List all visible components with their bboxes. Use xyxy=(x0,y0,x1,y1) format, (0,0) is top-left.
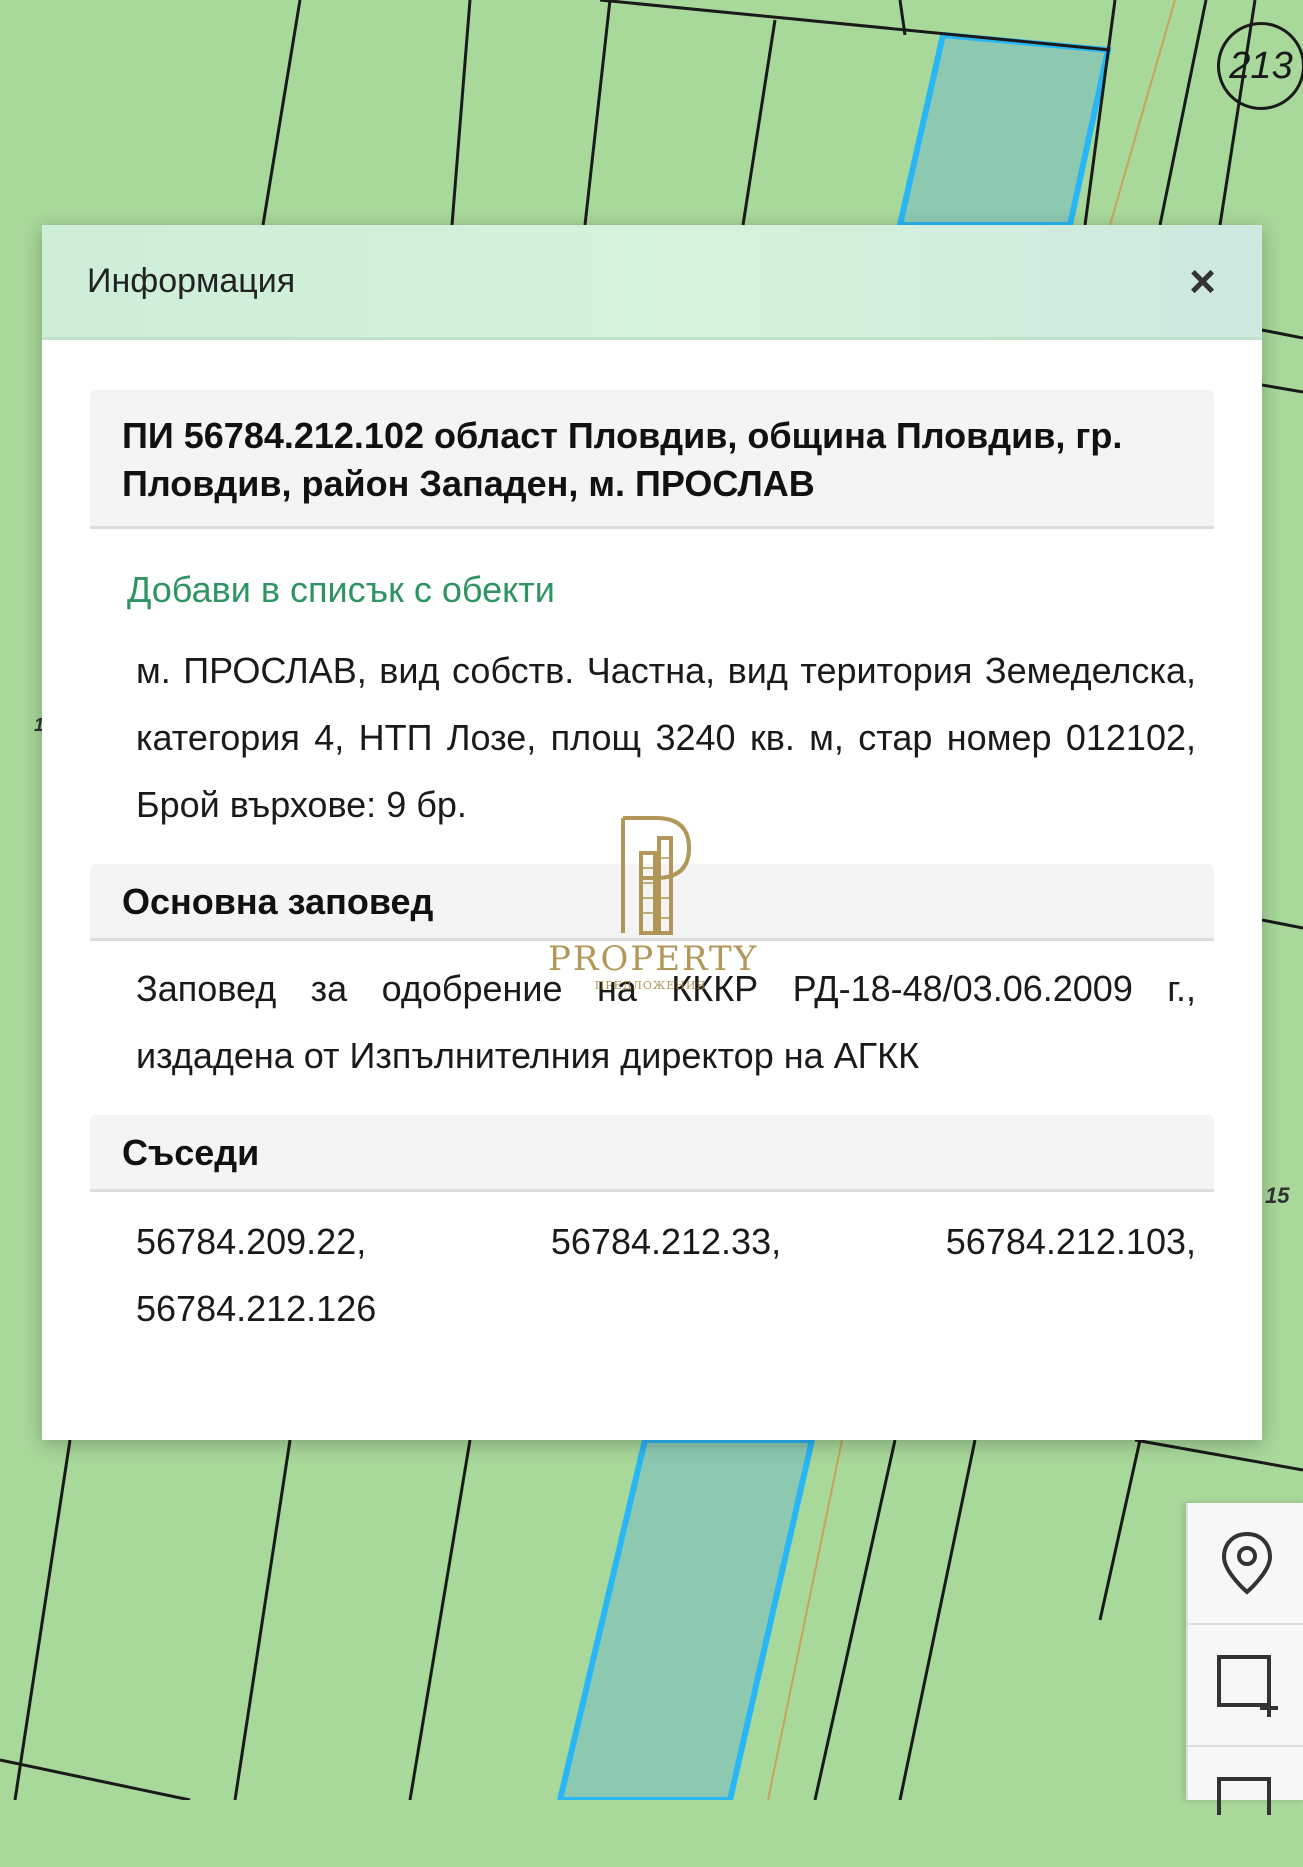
draw-rectangle-button[interactable] xyxy=(1188,1625,1303,1747)
order-heading: Основна заповед xyxy=(90,864,1214,941)
close-icon[interactable]: × xyxy=(1189,258,1216,304)
order-text: Заповед за одобрение на КККР РД-18-48/03… xyxy=(136,968,1196,1076)
neighbor-item: 56784.212.33, xyxy=(550,1221,782,1262)
neighbors-list: 56784.209.22, 56784.212.33, 56784.212.10… xyxy=(136,1208,1196,1342)
neighbor-item: 56784.209.22, xyxy=(136,1221,367,1262)
layers-button[interactable] xyxy=(1188,1747,1303,1867)
neighbor-item: 56784.212.103, xyxy=(945,1221,1196,1262)
neighbors-heading: Съседи xyxy=(90,1115,1214,1192)
draw-rectangle-icon xyxy=(1216,1655,1278,1717)
dialog-title: Информация xyxy=(87,261,296,300)
dialog-header: Информация × xyxy=(42,225,1262,340)
map-side-number: 15 xyxy=(1265,1183,1290,1208)
map-tool-panel xyxy=(1186,1503,1303,1815)
add-to-list-link[interactable]: Добави в списък с обекти xyxy=(127,569,1262,611)
neighbor-item: 56784.212.126 xyxy=(136,1288,377,1329)
info-dialog: Информация × ПИ 56784.212.102 област Пло… xyxy=(42,225,1262,1440)
property-description: м. ПРОСЛАВ, вид собств. Частна, вид тери… xyxy=(136,650,1196,825)
locate-button[interactable] xyxy=(1188,1503,1303,1625)
location-pin-icon xyxy=(1221,1531,1272,1595)
parcel-number-label: 213 xyxy=(1217,22,1303,110)
property-header: ПИ 56784.212.102 област Пловдив, община … xyxy=(90,390,1214,529)
layers-icon xyxy=(1216,1777,1271,1815)
